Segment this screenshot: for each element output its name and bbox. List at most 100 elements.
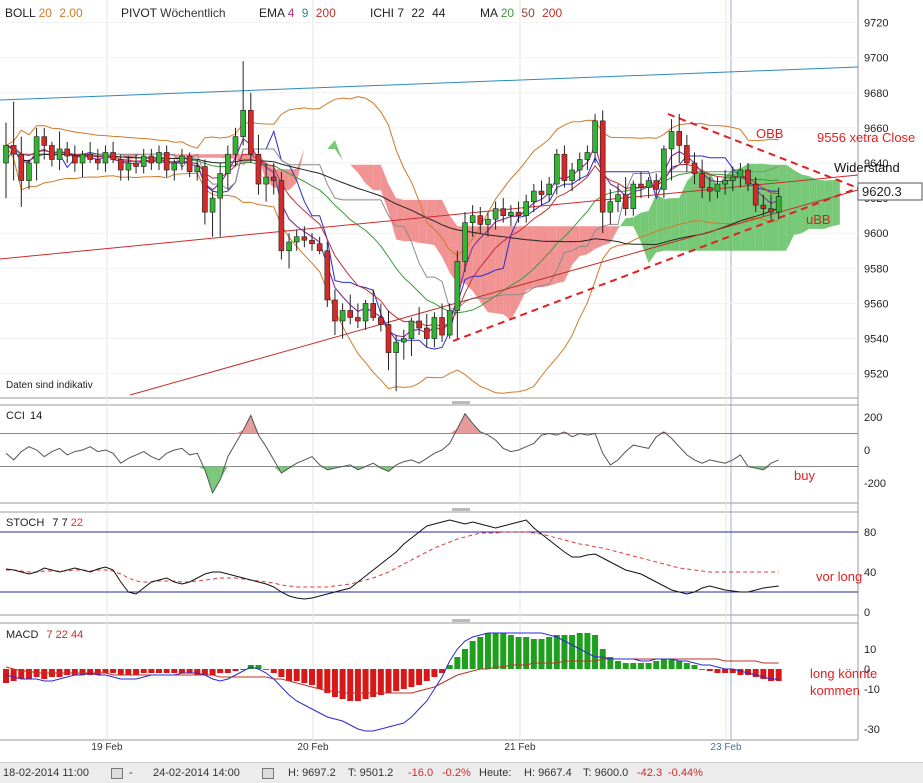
macd-bar-positive bbox=[660, 659, 667, 669]
macd-bar-positive bbox=[630, 663, 637, 669]
macd-bar-positive bbox=[584, 633, 591, 669]
candle-down bbox=[49, 145, 55, 160]
candle-up bbox=[729, 176, 736, 181]
candle-up bbox=[775, 196, 782, 213]
macd-bar-positive bbox=[683, 663, 690, 669]
calendar-start-icon[interactable] bbox=[111, 768, 123, 779]
stoch-tick-label: 0 bbox=[864, 607, 870, 619]
candle-up bbox=[393, 341, 399, 353]
candle-down bbox=[148, 155, 155, 164]
candle-down bbox=[163, 152, 170, 171]
ichimoku-cloud-down bbox=[419, 199, 427, 244]
macd-bar-negative bbox=[416, 669, 423, 685]
macd-bar-negative bbox=[186, 669, 193, 673]
candle-up bbox=[462, 222, 468, 262]
candle-up bbox=[125, 162, 132, 171]
annotation-ubb: uBB bbox=[806, 212, 831, 227]
stoch-tick-label: 40 bbox=[864, 567, 876, 579]
ichimoku-cloud-down bbox=[572, 226, 580, 265]
ichimoku-cloud-down bbox=[533, 226, 542, 288]
ichimoku-cloud-down bbox=[373, 164, 381, 191]
candle-up bbox=[140, 155, 147, 167]
today-label: Heute: bbox=[479, 767, 512, 779]
ichimoku-cloud-down bbox=[510, 226, 519, 321]
ma200-line bbox=[129, 189, 859, 396]
ichimoku-cloud-down bbox=[357, 164, 366, 184]
candle-down bbox=[186, 155, 193, 173]
macd-bar-negative bbox=[125, 669, 132, 675]
ichimoku-cloud-down bbox=[434, 199, 443, 257]
macd-bar-negative bbox=[714, 669, 721, 673]
ichimoku-cloud-down bbox=[380, 164, 389, 212]
macd-legend[interactable]: MACD 7 22 44 bbox=[6, 629, 83, 641]
cci-tick-label: 200 bbox=[864, 412, 882, 424]
panel-resize-handle bbox=[452, 508, 470, 511]
price-tick-label: 9700 bbox=[864, 53, 888, 65]
macd-bar-negative bbox=[722, 669, 729, 673]
macd-bar-positive bbox=[492, 633, 499, 669]
last-price-label: 9620.3 bbox=[862, 184, 902, 199]
candle-down bbox=[117, 159, 124, 171]
candle-down bbox=[10, 145, 17, 155]
candle-up bbox=[431, 317, 438, 339]
annotation-xetra-close: 9556 xetra Close bbox=[817, 130, 915, 145]
candle-down bbox=[378, 317, 384, 325]
macd-bar-negative bbox=[316, 669, 323, 689]
stoch-legend[interactable]: STOCH 7 7 22 bbox=[6, 517, 83, 529]
macd-bar-negative bbox=[385, 669, 392, 693]
macd-bar-negative bbox=[140, 669, 147, 673]
candle-up bbox=[645, 180, 652, 188]
cci-legend[interactable]: CCI 14 bbox=[6, 410, 42, 422]
range-start: 18-02-2014 11:00 bbox=[3, 767, 90, 779]
price-tick-label: 9720 bbox=[864, 18, 888, 30]
candle-down bbox=[416, 320, 422, 329]
macd-bar-positive bbox=[615, 661, 621, 669]
annotation-widerstand: Widerstand bbox=[834, 160, 900, 175]
candle-up bbox=[400, 338, 407, 343]
macd-bar-negative bbox=[156, 669, 162, 673]
macd-bar-positive bbox=[592, 635, 599, 669]
macd-bar-negative bbox=[10, 669, 17, 681]
macd-bar-positive bbox=[553, 635, 560, 669]
panel-resize-handle bbox=[452, 619, 470, 622]
status-bar: 18-02-2014 11:00 - 24-02-2014 14:00 H: 9… bbox=[0, 762, 923, 783]
candle-down bbox=[768, 208, 774, 213]
candle-up bbox=[569, 169, 575, 181]
macd-bar-negative bbox=[171, 669, 178, 673]
macd-bar-negative bbox=[278, 669, 285, 677]
candle-down bbox=[95, 159, 101, 164]
annotation-vor-long: vor long bbox=[816, 569, 862, 584]
annotation-kommen: kommen bbox=[810, 683, 860, 698]
candle-up bbox=[508, 211, 514, 216]
stoch-tick-label: 80 bbox=[864, 527, 876, 539]
macd-bar-positive bbox=[546, 637, 553, 669]
candle-down bbox=[684, 145, 690, 164]
macd-bar-negative bbox=[309, 669, 315, 685]
today-high-stat: H: 9667.4 bbox=[524, 767, 572, 779]
candle-down bbox=[760, 204, 767, 209]
panel-resize-handle bbox=[452, 401, 470, 404]
ichimoku-cloud-up bbox=[648, 194, 657, 264]
macd-bar-positive bbox=[653, 661, 660, 669]
today-low-stat: T: 9600.0 bbox=[583, 767, 629, 779]
macd-bar-negative bbox=[362, 669, 369, 699]
macd-bar-negative bbox=[232, 669, 239, 671]
candle-down bbox=[515, 211, 522, 216]
cci-tick-label: -200 bbox=[864, 478, 886, 490]
annotation-obb: OBB bbox=[756, 126, 783, 141]
macd-bar-positive bbox=[530, 639, 537, 669]
candle-down bbox=[370, 303, 377, 318]
candle-down bbox=[133, 162, 139, 167]
candle-up bbox=[615, 194, 621, 202]
macd-bar-positive bbox=[699, 669, 706, 670]
calendar-end-icon[interactable] bbox=[262, 768, 274, 779]
candle-down bbox=[270, 176, 277, 181]
macd-tick-label: -30 bbox=[864, 724, 880, 736]
macd-bar-negative bbox=[209, 669, 216, 675]
ichimoku-cloud-down bbox=[442, 199, 450, 273]
candle-down bbox=[706, 187, 713, 192]
macd-bar-negative bbox=[286, 669, 293, 681]
macd-bar-negative bbox=[431, 669, 438, 677]
candle-up bbox=[661, 148, 667, 190]
chart-canvas[interactable]: 19 Feb 20 Feb 21 Feb 23 Feb9720970096809660… bbox=[0, 0, 923, 762]
